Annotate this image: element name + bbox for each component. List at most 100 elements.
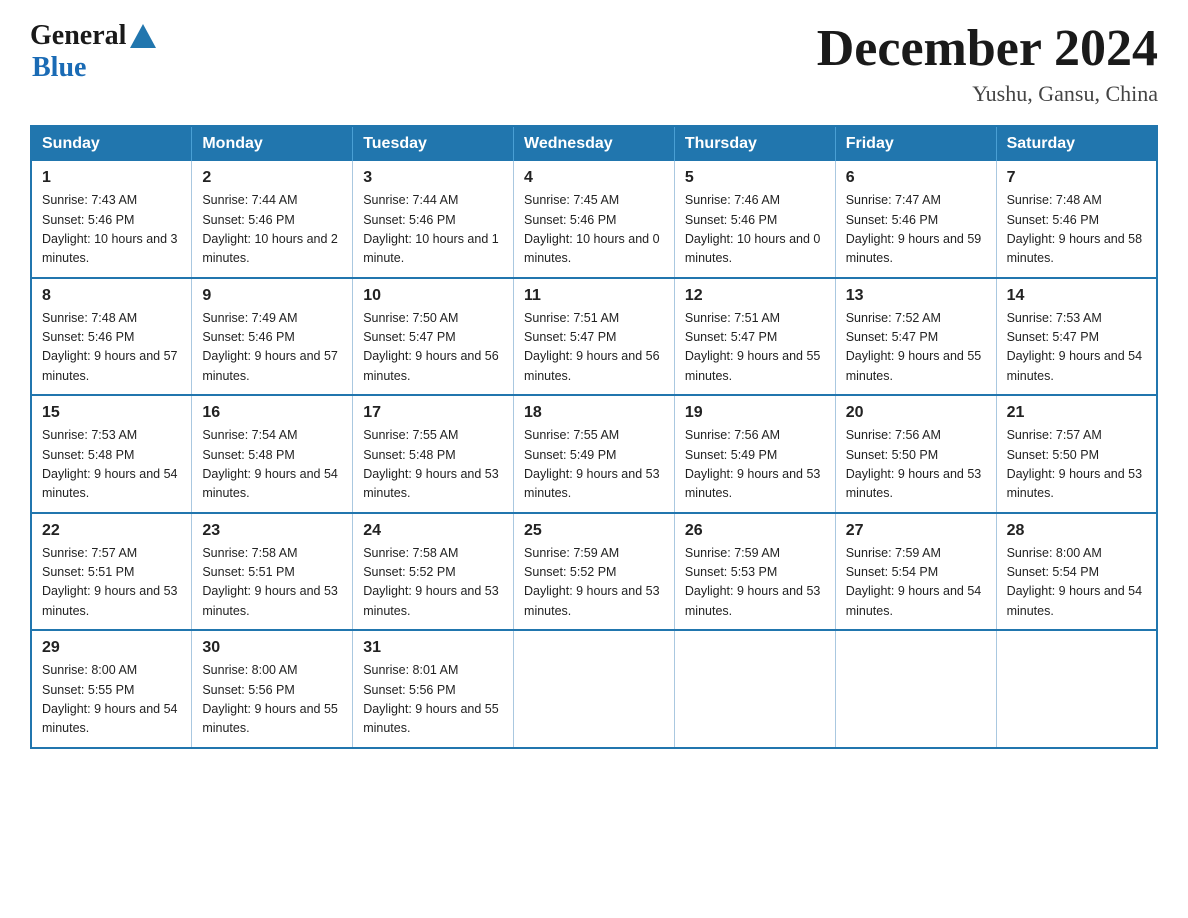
header-wednesday: Wednesday <box>514 126 675 161</box>
day-info: Sunrise: 7:56 AM Sunset: 5:50 PM Dayligh… <box>846 426 986 504</box>
day-number: 26 <box>685 522 825 540</box>
calendar-table: SundayMondayTuesdayWednesdayThursdayFrid… <box>30 125 1158 749</box>
day-cell: 27 Sunrise: 7:59 AM Sunset: 5:54 PM Dayl… <box>835 513 996 631</box>
header-sunday: Sunday <box>31 126 192 161</box>
logo: General Blue <box>30 20 158 84</box>
month-title: December 2024 <box>817 20 1158 77</box>
day-number: 27 <box>846 522 986 540</box>
week-row-1: 1 Sunrise: 7:43 AM Sunset: 5:46 PM Dayli… <box>31 161 1157 278</box>
day-cell: 4 Sunrise: 7:45 AM Sunset: 5:46 PM Dayli… <box>514 161 675 278</box>
day-info: Sunrise: 7:58 AM Sunset: 5:51 PM Dayligh… <box>202 544 342 622</box>
day-info: Sunrise: 7:59 AM Sunset: 5:54 PM Dayligh… <box>846 544 986 622</box>
day-info: Sunrise: 7:53 AM Sunset: 5:48 PM Dayligh… <box>42 426 181 504</box>
day-info: Sunrise: 7:48 AM Sunset: 5:46 PM Dayligh… <box>1007 191 1146 269</box>
week-row-5: 29 Sunrise: 8:00 AM Sunset: 5:55 PM Dayl… <box>31 630 1157 748</box>
day-number: 15 <box>42 404 181 422</box>
day-info: Sunrise: 8:00 AM Sunset: 5:55 PM Dayligh… <box>42 661 181 739</box>
day-number: 5 <box>685 169 825 187</box>
day-cell: 14 Sunrise: 7:53 AM Sunset: 5:47 PM Dayl… <box>996 278 1157 396</box>
day-cell: 25 Sunrise: 7:59 AM Sunset: 5:52 PM Dayl… <box>514 513 675 631</box>
day-number: 2 <box>202 169 342 187</box>
day-number: 22 <box>42 522 181 540</box>
header-saturday: Saturday <box>996 126 1157 161</box>
title-section: December 2024 Yushu, Gansu, China <box>817 20 1158 107</box>
header-monday: Monday <box>192 126 353 161</box>
day-info: Sunrise: 7:53 AM Sunset: 5:47 PM Dayligh… <box>1007 309 1146 387</box>
day-cell: 8 Sunrise: 7:48 AM Sunset: 5:46 PM Dayli… <box>31 278 192 396</box>
day-info: Sunrise: 7:44 AM Sunset: 5:46 PM Dayligh… <box>363 191 503 269</box>
location: Yushu, Gansu, China <box>817 81 1158 107</box>
day-cell: 24 Sunrise: 7:58 AM Sunset: 5:52 PM Dayl… <box>353 513 514 631</box>
header-friday: Friday <box>835 126 996 161</box>
logo-icon <box>128 22 158 52</box>
day-number: 7 <box>1007 169 1146 187</box>
day-number: 24 <box>363 522 503 540</box>
day-number: 18 <box>524 404 664 422</box>
logo-text-general: General <box>30 20 126 52</box>
day-cell: 22 Sunrise: 7:57 AM Sunset: 5:51 PM Dayl… <box>31 513 192 631</box>
day-info: Sunrise: 7:54 AM Sunset: 5:48 PM Dayligh… <box>202 426 342 504</box>
day-info: Sunrise: 7:56 AM Sunset: 5:49 PM Dayligh… <box>685 426 825 504</box>
day-cell: 17 Sunrise: 7:55 AM Sunset: 5:48 PM Dayl… <box>353 395 514 513</box>
day-cell: 10 Sunrise: 7:50 AM Sunset: 5:47 PM Dayl… <box>353 278 514 396</box>
day-info: Sunrise: 7:59 AM Sunset: 5:52 PM Dayligh… <box>524 544 664 622</box>
day-cell: 3 Sunrise: 7:44 AM Sunset: 5:46 PM Dayli… <box>353 161 514 278</box>
day-cell: 11 Sunrise: 7:51 AM Sunset: 5:47 PM Dayl… <box>514 278 675 396</box>
week-row-3: 15 Sunrise: 7:53 AM Sunset: 5:48 PM Dayl… <box>31 395 1157 513</box>
logo-text-blue: Blue <box>32 52 86 84</box>
day-cell: 7 Sunrise: 7:48 AM Sunset: 5:46 PM Dayli… <box>996 161 1157 278</box>
day-cell: 20 Sunrise: 7:56 AM Sunset: 5:50 PM Dayl… <box>835 395 996 513</box>
day-cell: 16 Sunrise: 7:54 AM Sunset: 5:48 PM Dayl… <box>192 395 353 513</box>
day-number: 3 <box>363 169 503 187</box>
day-info: Sunrise: 7:50 AM Sunset: 5:47 PM Dayligh… <box>363 309 503 387</box>
day-info: Sunrise: 7:55 AM Sunset: 5:49 PM Dayligh… <box>524 426 664 504</box>
day-number: 29 <box>42 639 181 657</box>
day-cell: 15 Sunrise: 7:53 AM Sunset: 5:48 PM Dayl… <box>31 395 192 513</box>
day-cell: 29 Sunrise: 8:00 AM Sunset: 5:55 PM Dayl… <box>31 630 192 748</box>
page-header: General Blue December 2024 Yushu, Gansu,… <box>30 20 1158 107</box>
header-thursday: Thursday <box>674 126 835 161</box>
day-number: 11 <box>524 287 664 305</box>
day-cell: 13 Sunrise: 7:52 AM Sunset: 5:47 PM Dayl… <box>835 278 996 396</box>
day-number: 20 <box>846 404 986 422</box>
day-number: 14 <box>1007 287 1146 305</box>
day-info: Sunrise: 7:57 AM Sunset: 5:51 PM Dayligh… <box>42 544 181 622</box>
day-number: 12 <box>685 287 825 305</box>
day-number: 31 <box>363 639 503 657</box>
day-cell: 31 Sunrise: 8:01 AM Sunset: 5:56 PM Dayl… <box>353 630 514 748</box>
day-number: 16 <box>202 404 342 422</box>
day-number: 1 <box>42 169 181 187</box>
day-number: 25 <box>524 522 664 540</box>
day-number: 19 <box>685 404 825 422</box>
day-cell: 21 Sunrise: 7:57 AM Sunset: 5:50 PM Dayl… <box>996 395 1157 513</box>
day-info: Sunrise: 7:46 AM Sunset: 5:46 PM Dayligh… <box>685 191 825 269</box>
day-number: 28 <box>1007 522 1146 540</box>
day-cell: 12 Sunrise: 7:51 AM Sunset: 5:47 PM Dayl… <box>674 278 835 396</box>
day-info: Sunrise: 7:57 AM Sunset: 5:50 PM Dayligh… <box>1007 426 1146 504</box>
day-info: Sunrise: 7:44 AM Sunset: 5:46 PM Dayligh… <box>202 191 342 269</box>
day-cell: 19 Sunrise: 7:56 AM Sunset: 5:49 PM Dayl… <box>674 395 835 513</box>
day-number: 6 <box>846 169 986 187</box>
day-number: 13 <box>846 287 986 305</box>
day-number: 9 <box>202 287 342 305</box>
day-number: 4 <box>524 169 664 187</box>
day-info: Sunrise: 7:43 AM Sunset: 5:46 PM Dayligh… <box>42 191 181 269</box>
day-cell: 18 Sunrise: 7:55 AM Sunset: 5:49 PM Dayl… <box>514 395 675 513</box>
day-number: 30 <box>202 639 342 657</box>
day-cell: 5 Sunrise: 7:46 AM Sunset: 5:46 PM Dayli… <box>674 161 835 278</box>
day-info: Sunrise: 7:55 AM Sunset: 5:48 PM Dayligh… <box>363 426 503 504</box>
day-cell <box>514 630 675 748</box>
day-cell: 26 Sunrise: 7:59 AM Sunset: 5:53 PM Dayl… <box>674 513 835 631</box>
day-info: Sunrise: 7:58 AM Sunset: 5:52 PM Dayligh… <box>363 544 503 622</box>
week-row-4: 22 Sunrise: 7:57 AM Sunset: 5:51 PM Dayl… <box>31 513 1157 631</box>
header-tuesday: Tuesday <box>353 126 514 161</box>
week-row-2: 8 Sunrise: 7:48 AM Sunset: 5:46 PM Dayli… <box>31 278 1157 396</box>
day-info: Sunrise: 7:59 AM Sunset: 5:53 PM Dayligh… <box>685 544 825 622</box>
day-cell: 28 Sunrise: 8:00 AM Sunset: 5:54 PM Dayl… <box>996 513 1157 631</box>
day-info: Sunrise: 8:00 AM Sunset: 5:56 PM Dayligh… <box>202 661 342 739</box>
day-cell: 6 Sunrise: 7:47 AM Sunset: 5:46 PM Dayli… <box>835 161 996 278</box>
day-number: 23 <box>202 522 342 540</box>
day-info: Sunrise: 8:00 AM Sunset: 5:54 PM Dayligh… <box>1007 544 1146 622</box>
day-info: Sunrise: 7:51 AM Sunset: 5:47 PM Dayligh… <box>524 309 664 387</box>
day-info: Sunrise: 8:01 AM Sunset: 5:56 PM Dayligh… <box>363 661 503 739</box>
